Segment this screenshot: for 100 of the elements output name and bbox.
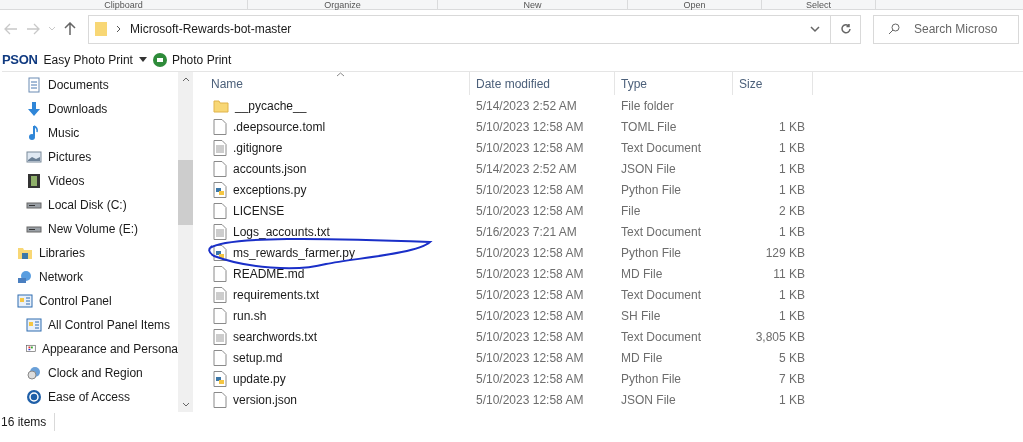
nav-item[interactable]: Ease of Access	[0, 385, 178, 409]
date-modified: 5/10/2023 12:58 AM	[476, 119, 584, 134]
file-row[interactable]: .gitignore 5/10/2023 12:58 AM Text Document 1 KB	[205, 137, 1023, 158]
file-name: exceptions.py	[233, 181, 307, 199]
date-modified: 5/14/2023 2:52 AM	[476, 161, 577, 176]
address-bar[interactable]: Microsoft-Rewards-bot-master	[88, 14, 861, 44]
file-row[interactable]: run.sh 5/10/2023 12:58 AM SH File 1 KB	[205, 305, 1023, 326]
file-size: 11 KB	[773, 265, 805, 283]
file-name: requirements.txt	[233, 286, 320, 304]
file-row[interactable]: Logs_accounts.txt 5/16/2023 7:21 AM Text Document 1 KB	[205, 221, 1023, 242]
file-size: 1 KB	[779, 139, 805, 157]
file-name: setup.md	[233, 349, 283, 367]
nav-item[interactable]: Clock and Region	[0, 361, 178, 385]
text-file-icon	[213, 328, 227, 345]
scroll-down-icon[interactable]	[181, 402, 190, 407]
folder-icon	[213, 97, 229, 114]
file-icon	[213, 349, 227, 366]
ribbon-group-label: Clipboard	[0, 0, 248, 9]
file-row[interactable]: setup.md 5/10/2023 12:58 AM MD File 5 KB	[205, 347, 1023, 368]
file-row[interactable]: searchwords.txt 5/10/2023 12:58 AM Text Document 3,805 KB	[205, 326, 1023, 347]
file-row[interactable]: exceptions.py 5/10/2023 12:58 AM Python File 1 KB	[205, 179, 1023, 200]
file-name: ms_rewards_farmer.py	[233, 244, 356, 262]
file-row[interactable]: .deepsource.toml 5/10/2023 12:58 AM TOML File 1 KB	[205, 116, 1023, 137]
photo-print-button[interactable]: Photo Print	[152, 50, 232, 69]
column-header[interactable]: Name	[205, 72, 470, 95]
file-name: __pycache__	[235, 97, 307, 115]
ease-of-access-icon	[26, 389, 42, 405]
file-type: SH File	[621, 308, 661, 323]
item-count: 16 items	[0, 413, 56, 431]
documents-icon	[26, 77, 42, 93]
file-size: 1 KB	[779, 181, 805, 199]
network-globe-icon	[17, 269, 33, 285]
file-type: File	[621, 203, 641, 218]
date-modified: 5/10/2023 12:58 AM	[476, 203, 584, 218]
scroll-up-icon[interactable]	[181, 77, 190, 82]
nav-item[interactable]: Pictures	[0, 145, 178, 169]
file-row[interactable]: version.json 5/10/2023 12:58 AM JSON File 1 KB	[205, 389, 1023, 410]
file-name: .gitignore	[233, 139, 283, 157]
column-header[interactable]: Type	[615, 72, 733, 95]
file-name: run.sh	[233, 307, 267, 325]
chevron-down-icon[interactable]	[810, 25, 820, 33]
search-icon	[888, 23, 900, 35]
file-type: JSON File	[621, 161, 676, 176]
nav-item[interactable]: All Control Panel Items	[0, 313, 178, 337]
nav-item[interactable]: Local Disk (C:)	[0, 193, 178, 217]
file-size: 1 KB	[779, 223, 805, 241]
chevron-right-icon	[116, 25, 122, 33]
caret-down-icon[interactable]	[138, 57, 147, 62]
file-name: accounts.json	[233, 160, 307, 178]
film-icon	[26, 173, 42, 189]
python-file-icon	[213, 181, 227, 198]
up-arrow-icon[interactable]	[64, 22, 76, 36]
file-size: 129 KB	[765, 244, 805, 262]
picture-icon	[26, 149, 42, 165]
file-row[interactable]: __pycache__ 5/14/2023 2:52 AM File folder	[205, 95, 1023, 116]
address-path: Microsoft-Rewards-bot-master	[130, 21, 292, 38]
file-name: version.json	[233, 391, 298, 409]
search-field[interactable]: Search Microso	[873, 14, 1019, 44]
date-modified: 5/10/2023 12:58 AM	[476, 287, 584, 302]
epson-logo: PSON	[2, 50, 38, 69]
file-size: 1 KB	[779, 118, 805, 136]
nav-item[interactable]: Documents	[0, 73, 178, 97]
file-row[interactable]: requirements.txt 5/10/2023 12:58 AM Text Document 1 KB	[205, 284, 1023, 305]
scrollbar[interactable]	[178, 72, 193, 412]
ribbon-group-label: New	[438, 0, 628, 9]
sort-ascending-icon[interactable]	[336, 72, 345, 77]
file-row[interactable]: README.md 5/10/2023 12:58 AM MD File 11 KB	[205, 263, 1023, 284]
file-row[interactable]: update.py 5/10/2023 12:58 AM Python File 7 KB	[205, 368, 1023, 389]
nav-item[interactable]: Libraries	[0, 241, 178, 265]
column-header[interactable]: Size	[733, 72, 813, 95]
file-name: searchwords.txt	[233, 328, 318, 346]
nav-item[interactable]: Videos	[0, 169, 178, 193]
date-modified: 5/10/2023 12:58 AM	[476, 371, 584, 386]
file-name: README.md	[233, 265, 305, 283]
file-row[interactable]: ms_rewards_farmer.py 5/10/2023 12:58 AM Python File 129 KB	[205, 242, 1023, 263]
nav-item[interactable]: Control Panel	[0, 289, 178, 313]
column-header[interactable]: Date modified	[470, 72, 615, 95]
file-row[interactable]: LICENSE 5/10/2023 12:58 AM File 2 KB	[205, 200, 1023, 221]
printer-icon	[152, 52, 167, 67]
nav-item[interactable]: New Volume (E:)	[0, 217, 178, 241]
date-modified: 5/10/2023 12:58 AM	[476, 329, 584, 344]
date-modified: 5/10/2023 12:58 AM	[476, 308, 584, 323]
nav-item[interactable]: Network	[0, 265, 178, 289]
nav-item[interactable]: Appearance and Persona	[0, 337, 178, 361]
file-row[interactable]: accounts.json 5/14/2023 2:52 AM JSON File 1 KB	[205, 158, 1023, 179]
file-size: 7 KB	[779, 370, 805, 388]
file-icon	[213, 160, 227, 177]
date-modified: 5/10/2023 12:58 AM	[476, 245, 584, 260]
file-type: Text Document	[621, 287, 702, 302]
file-size: 1 KB	[779, 307, 805, 325]
easy-photo-print-menu[interactable]: Easy Photo Print	[43, 50, 133, 69]
date-modified: 5/16/2023 7:21 AM	[476, 224, 577, 239]
file-name: LICENSE	[233, 202, 285, 220]
scrollbar-thumb[interactable]	[178, 160, 193, 225]
file-name: Logs_accounts.txt	[233, 223, 330, 241]
python-file-icon	[213, 370, 227, 387]
drive-icon	[26, 201, 42, 209]
nav-item[interactable]: Downloads	[0, 97, 178, 121]
nav-item[interactable]: Music	[0, 121, 178, 145]
control-panel-icon	[17, 293, 33, 309]
